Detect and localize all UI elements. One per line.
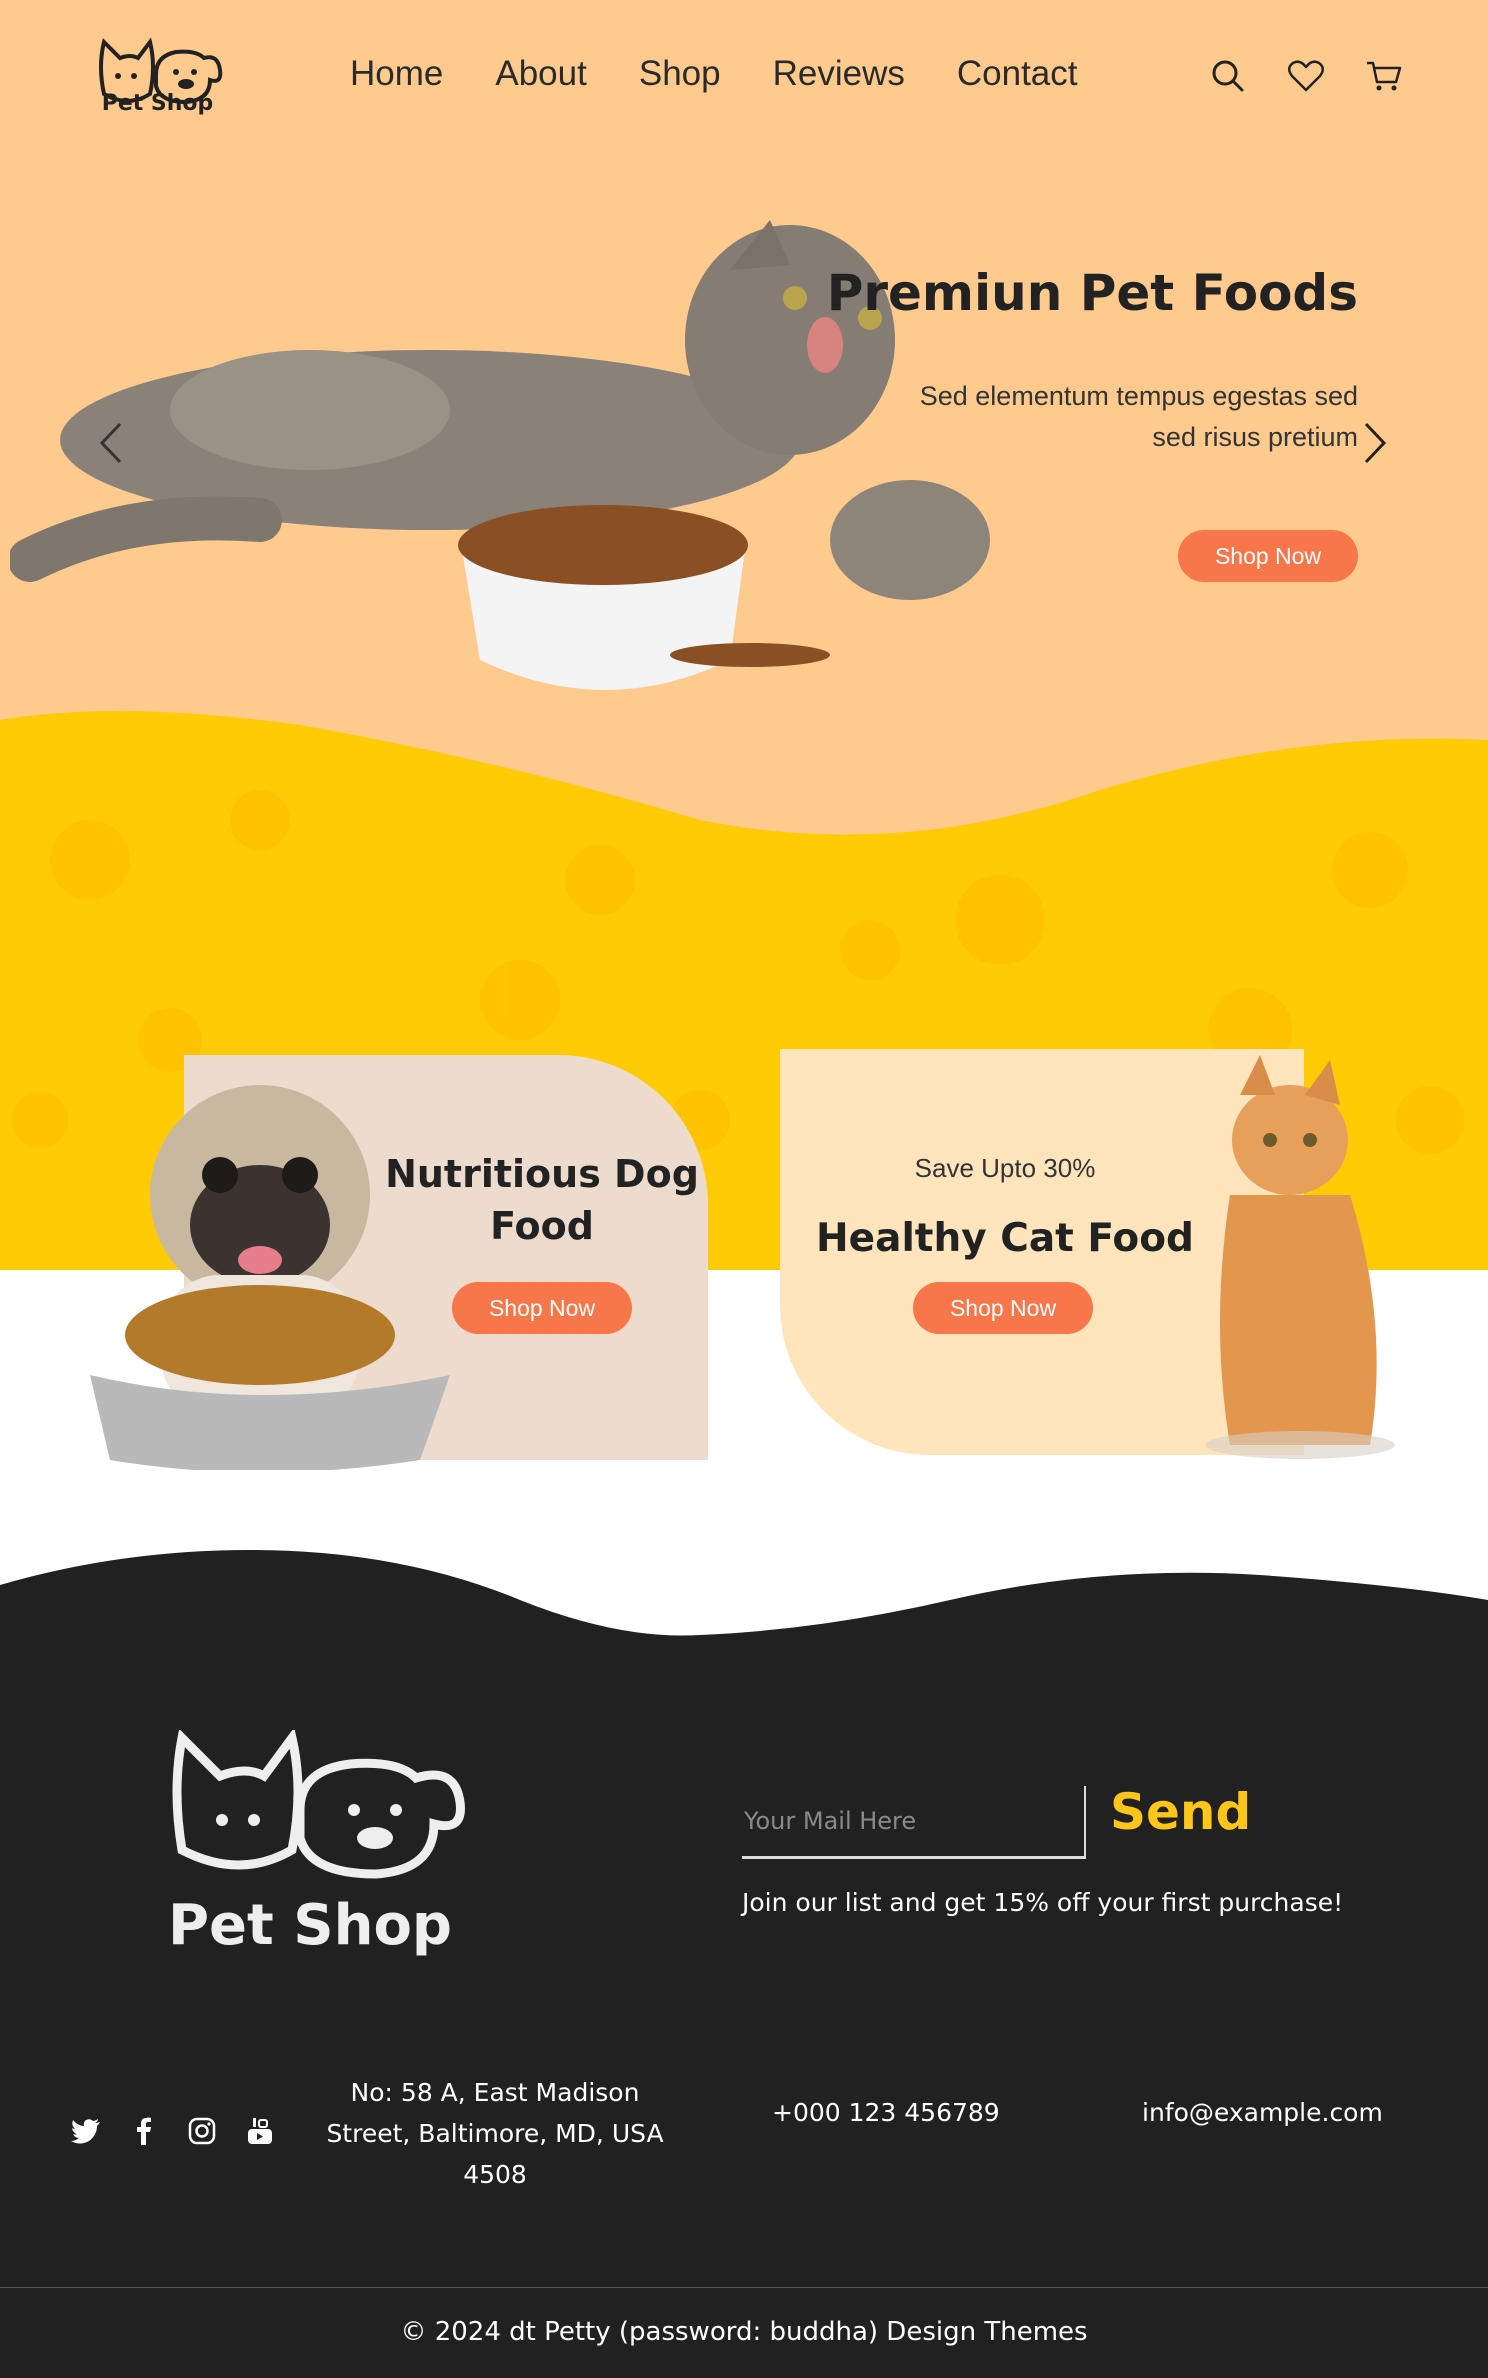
nav-home[interactable]: Home xyxy=(350,54,443,94)
logo-text: Pet Shop xyxy=(101,91,214,116)
cart-icon[interactable] xyxy=(1364,56,1404,96)
dog-shop-now-button[interactable]: Shop Now xyxy=(452,1282,632,1334)
cat-promo-tagline: Save Upto 30% xyxy=(914,1153,1096,1183)
footer-logo-text: Pet Shop xyxy=(167,1893,453,1958)
newsletter-email-input[interactable] xyxy=(742,1786,1086,1859)
cat-promo-title: Healthy Cat Food xyxy=(816,1216,1194,1261)
newsletter-send-button[interactable]: Send xyxy=(1110,1783,1251,1841)
heart-icon[interactable] xyxy=(1286,56,1326,96)
facebook-icon[interactable] xyxy=(128,2115,160,2147)
footer-wave xyxy=(0,1550,1488,1660)
cat-shop-now-button[interactable]: Shop Now xyxy=(913,1282,1093,1334)
hero-description: Sed elementum tempus egestas sed sed ris… xyxy=(919,381,1358,452)
chevron-left-icon[interactable] xyxy=(96,420,126,466)
main-nav: Home About Shop Reviews Contact xyxy=(350,54,1077,94)
nav-contact[interactable]: Contact xyxy=(957,54,1078,94)
instagram-icon[interactable] xyxy=(186,2115,218,2147)
pug-with-food-bowl-image xyxy=(90,1085,450,1470)
footer-address: No: 58 A, East Madison Street, Baltimore… xyxy=(326,2078,664,2189)
copyright-text: © 2024 dt Petty (password: buddha) Desig… xyxy=(400,2317,1088,2347)
youtube-icon[interactable] xyxy=(244,2115,276,2147)
hero-title: Premiun Pet Foods xyxy=(826,264,1358,322)
nav-shop[interactable]: Shop xyxy=(639,54,721,94)
dog-promo-title: Nutritious Dog Food xyxy=(385,1152,699,1248)
chevron-right-icon[interactable] xyxy=(1360,420,1390,466)
search-icon[interactable] xyxy=(1208,56,1248,96)
hero-shop-now-button[interactable]: Shop Now xyxy=(1178,530,1358,582)
footer-divider xyxy=(0,2287,1488,2288)
twitter-icon[interactable] xyxy=(70,2115,102,2147)
footer-pet-shop-logo[interactable] xyxy=(170,1730,470,1890)
nav-about[interactable]: About xyxy=(495,54,586,94)
newsletter-text: Join our list and get 15% off your first… xyxy=(742,1888,1344,1917)
nav-reviews[interactable]: Reviews xyxy=(773,54,905,94)
footer-phone[interactable]: +000 123 456789 xyxy=(772,2098,1000,2127)
footer-email[interactable]: info@example.com xyxy=(1142,2098,1383,2127)
